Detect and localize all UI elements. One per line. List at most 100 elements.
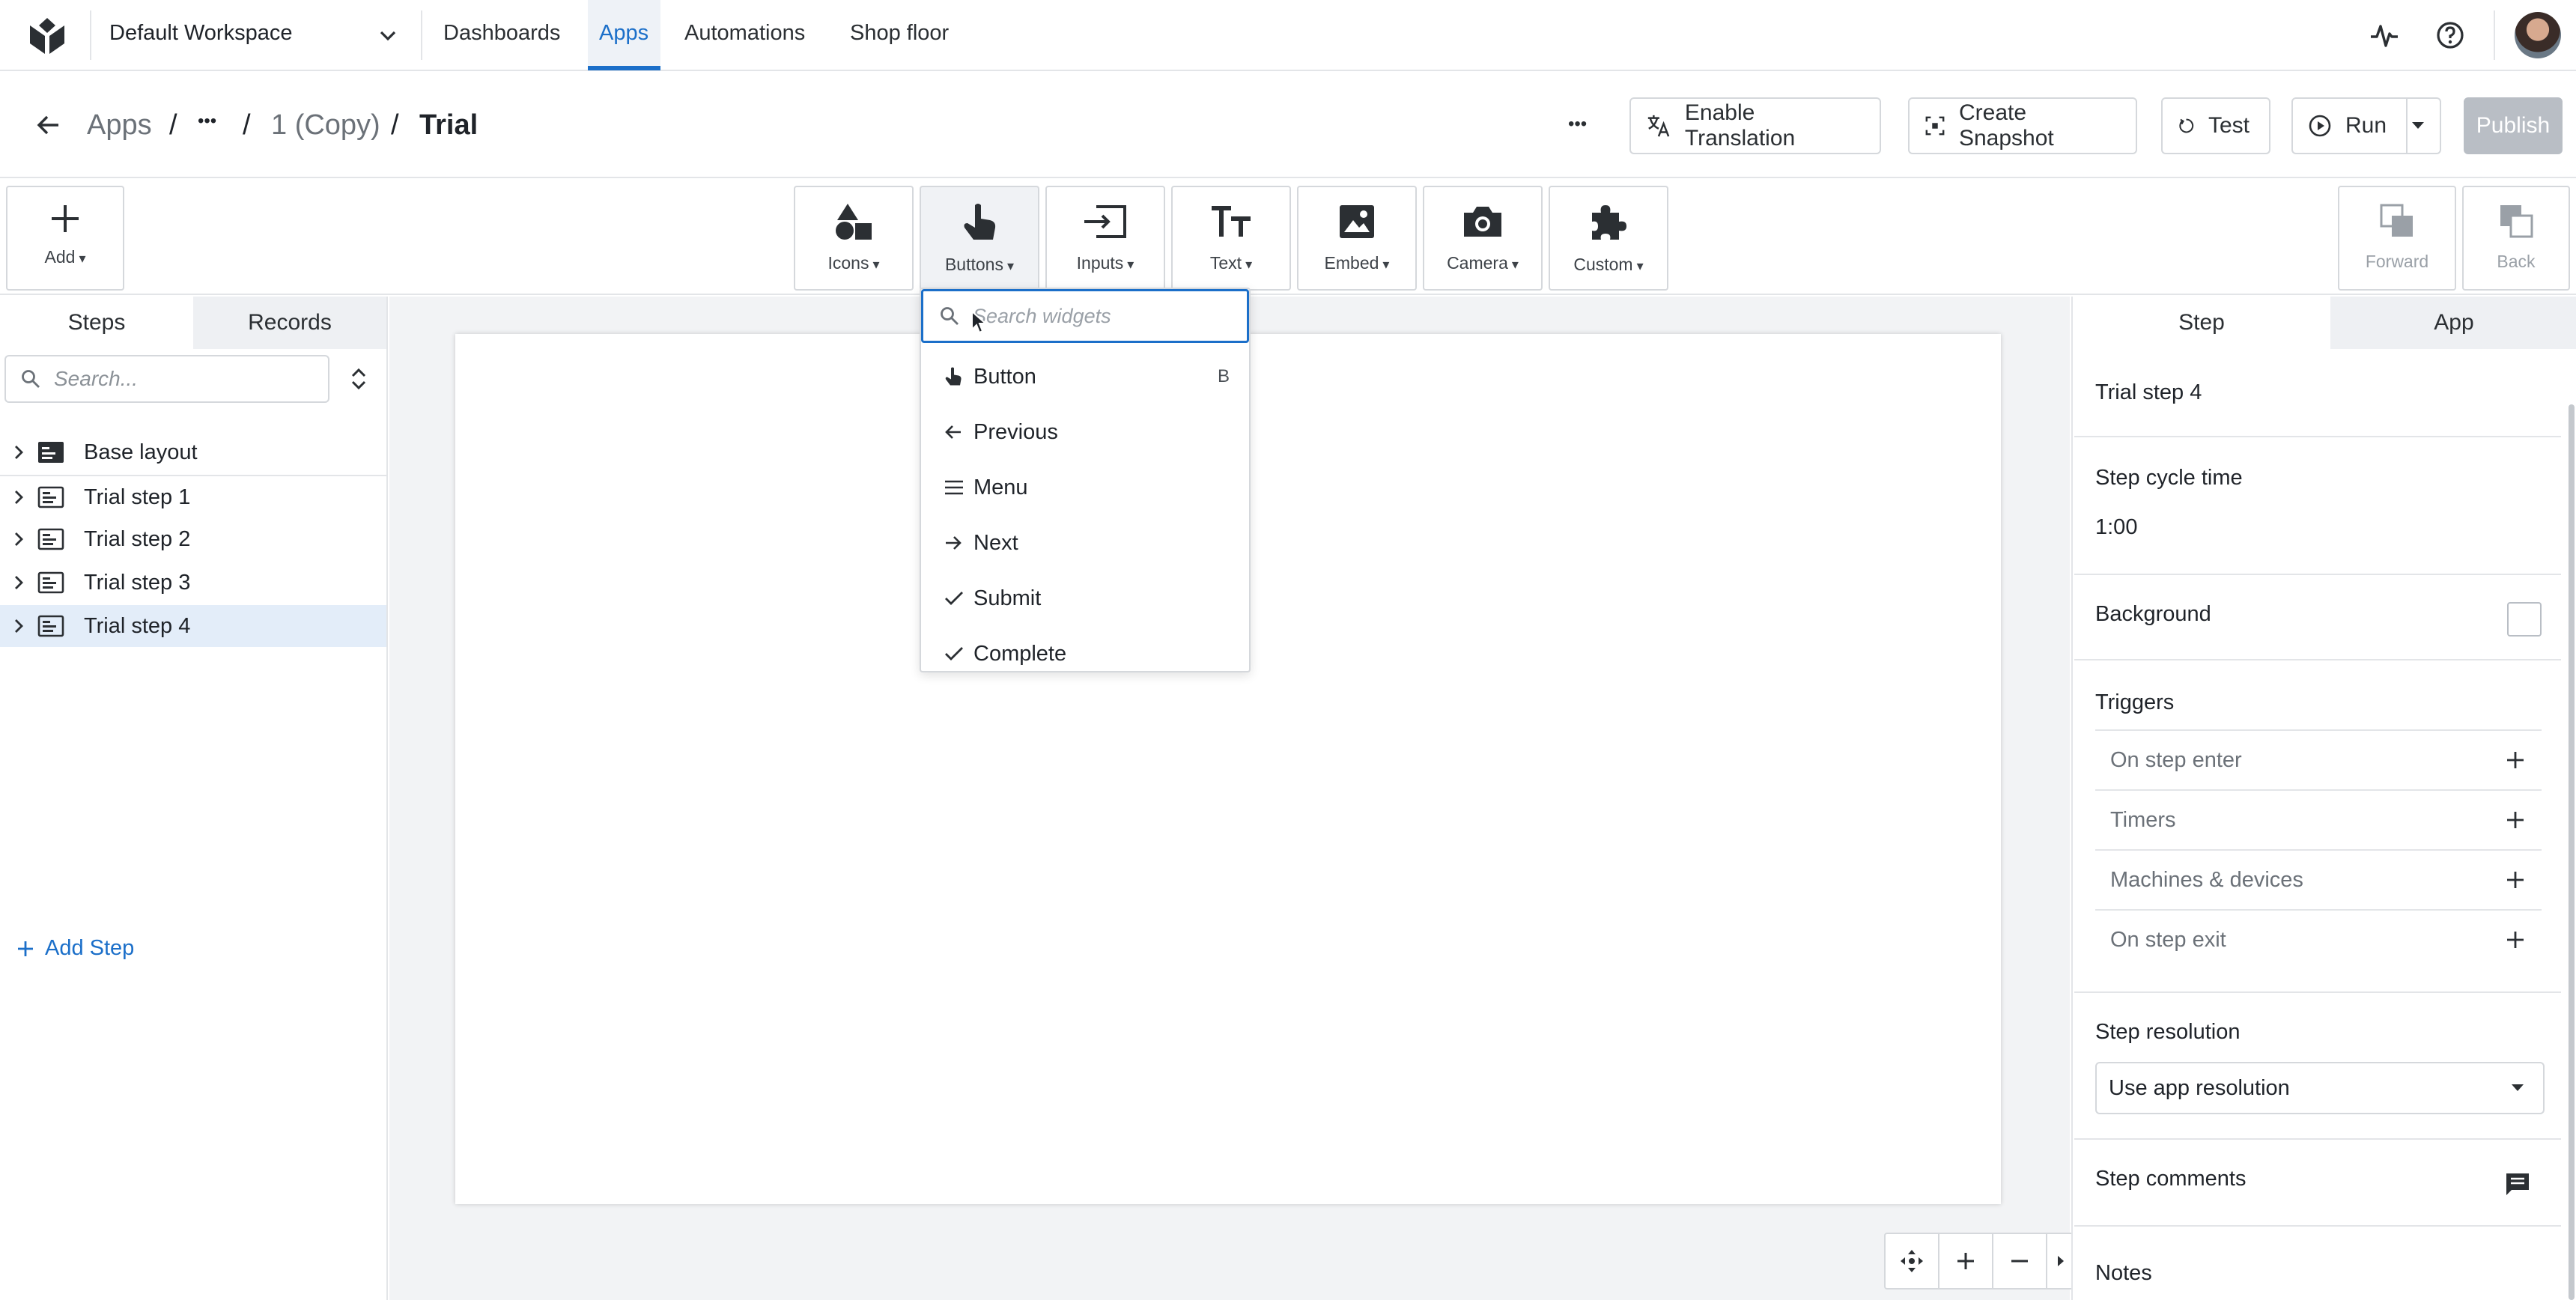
nav-link-shop-floor[interactable]: Shop floor: [850, 21, 949, 46]
dropdown-item-submit[interactable]: Submit: [921, 571, 1249, 626]
tulip-logo-icon[interactable]: [27, 16, 67, 55]
steps-search-field[interactable]: [4, 355, 329, 403]
step-row-trial-step-4[interactable]: Trial step 4: [0, 605, 386, 647]
toolbar-inputs-button[interactable]: Inputs: [1045, 186, 1165, 291]
step-row-trial-step-3[interactable]: Trial step 3: [0, 562, 386, 604]
back-button[interactable]: Back: [2462, 186, 2570, 291]
fit-to-screen-button[interactable]: [1886, 1234, 1939, 1288]
trigger-on-step-exit[interactable]: On step exit: [2095, 909, 2542, 969]
toolbar-custom-button[interactable]: Custom: [1549, 186, 1668, 291]
activity-pulse-icon[interactable]: [2369, 20, 2399, 50]
breadcrumb-parent[interactable]: 1 (Copy): [271, 109, 380, 142]
dropdown-item-menu[interactable]: Menu: [921, 460, 1249, 515]
toolbar-buttons-button[interactable]: Buttons: [920, 186, 1039, 291]
input-icon: [1084, 205, 1126, 238]
hotkey-hint: B: [1217, 366, 1230, 386]
expand-panel-button[interactable]: [2047, 1234, 2074, 1288]
back-arrow-icon[interactable]: [36, 112, 61, 138]
mouse-cursor-icon: [971, 310, 988, 334]
toolbar-icons-button[interactable]: Icons: [794, 186, 914, 291]
chevron-right-icon[interactable]: [13, 489, 25, 505]
chevron-right-icon[interactable]: [13, 574, 25, 591]
embed-label: Embed: [1325, 253, 1390, 273]
minus-icon: [2011, 1260, 2028, 1263]
step-row-trial-step-2[interactable]: Trial step 2: [0, 518, 386, 560]
add-step-label: Add Step: [45, 936, 135, 960]
nav-link-apps[interactable]: Apps: [599, 21, 648, 46]
chevron-down-icon[interactable]: [377, 25, 398, 46]
menu-icon: [945, 480, 963, 495]
trigger-on-step-enter[interactable]: On step enter: [2095, 729, 2542, 789]
step-name-value[interactable]: Trial step 4: [2095, 380, 2202, 405]
step-resolution-select[interactable]: Use app resolution: [2095, 1062, 2545, 1114]
move-arrows-icon: [1901, 1250, 1923, 1272]
breadcrumb-apps[interactable]: Apps: [87, 109, 152, 142]
divider: [421, 10, 422, 60]
nav-link-dashboards[interactable]: Dashboards: [443, 21, 560, 46]
test-button[interactable]: Test: [2161, 97, 2270, 154]
sort-icon[interactable]: [347, 364, 370, 394]
caret-right-icon: [2058, 1256, 2064, 1266]
add-trigger-plus-icon[interactable]: [2506, 750, 2525, 770]
pointer-hand-icon: [945, 367, 962, 386]
toolbar-camera-button[interactable]: Camera: [1423, 186, 1543, 291]
text-label: Text: [1210, 253, 1252, 273]
dropdown-item-complete[interactable]: Complete: [921, 626, 1249, 681]
arrow-left-icon: [945, 425, 961, 439]
add-trigger-plus-icon[interactable]: [2506, 930, 2525, 950]
nav-link-automations[interactable]: Automations: [684, 21, 805, 46]
step-label: Base layout: [84, 440, 198, 464]
workspace-name[interactable]: Default Workspace: [109, 21, 292, 46]
divider: [2406, 99, 2408, 153]
tab-steps[interactable]: Steps: [0, 297, 193, 349]
trigger-machines-devices[interactable]: Machines & devices: [2095, 849, 2542, 909]
divider: [2074, 436, 2561, 437]
background-color-swatch[interactable]: [2507, 602, 2542, 637]
step-row-trial-step-1[interactable]: Trial step 1: [0, 476, 386, 518]
chevron-right-icon[interactable]: [13, 618, 25, 634]
dropdown-item-previous[interactable]: Previous: [921, 404, 1249, 460]
help-icon[interactable]: [2435, 20, 2465, 50]
add-trigger-plus-icon[interactable]: [2506, 870, 2525, 890]
widget-search-input[interactable]: [973, 304, 1220, 328]
more-options-button[interactable]: •••: [1568, 114, 1587, 135]
toolbar-embed-button[interactable]: Embed: [1297, 186, 1417, 291]
user-avatar[interactable]: [2515, 12, 2561, 58]
dropdown-item-button[interactable]: Button B: [921, 349, 1249, 404]
comment-icon[interactable]: [2504, 1171, 2531, 1197]
tab-app[interactable]: App: [2330, 297, 2576, 349]
properties-scrollbar[interactable]: [2569, 404, 2575, 1300]
zoom-out-button[interactable]: [1993, 1234, 2047, 1288]
run-options-caret-icon[interactable]: [2410, 120, 2426, 132]
create-snapshot-button[interactable]: Create Snapshot: [1908, 97, 2137, 154]
trigger-timers[interactable]: Timers: [2095, 789, 2542, 849]
tab-records[interactable]: Records: [193, 297, 386, 349]
background-label: Background: [2095, 602, 2211, 626]
add-trigger-plus-icon[interactable]: [2506, 810, 2525, 830]
step-row-base-layout[interactable]: Base layout: [0, 431, 386, 473]
breadcrumb-separator: /: [243, 109, 251, 141]
dropdown-item-next[interactable]: Next: [921, 515, 1249, 571]
tab-step[interactable]: Step: [2073, 297, 2330, 349]
arrow-right-icon: [946, 536, 962, 550]
add-step-button[interactable]: Add Step: [16, 936, 134, 961]
zoom-in-button[interactable]: [1939, 1234, 1993, 1288]
forward-button[interactable]: Forward: [2338, 186, 2456, 291]
steps-search-input[interactable]: [54, 367, 309, 391]
chevron-right-icon[interactable]: [13, 531, 25, 547]
step-icon: [37, 571, 64, 594]
add-button[interactable]: Add: [6, 186, 124, 291]
step-cycle-time-value[interactable]: 1:00: [2095, 515, 2137, 540]
puzzle-icon: [1592, 205, 1626, 240]
publish-button[interactable]: Publish: [2464, 97, 2563, 154]
chevron-right-icon[interactable]: [13, 444, 25, 461]
step-resolution-value: Use app resolution: [2109, 1075, 2290, 1100]
toolbar-text-button[interactable]: Text: [1171, 186, 1291, 291]
breadcrumb-ellipsis[interactable]: •••: [198, 111, 216, 132]
enable-translation-button[interactable]: Enable Translation: [1629, 97, 1881, 154]
nav-active-indicator: [588, 66, 660, 70]
test-label: Test: [2208, 113, 2250, 138]
divider: [2074, 659, 2561, 660]
widget-toolbar: Add Icons Buttons Inputs Text Embed Came…: [0, 180, 2576, 295]
translate-icon: [1647, 115, 1670, 137]
